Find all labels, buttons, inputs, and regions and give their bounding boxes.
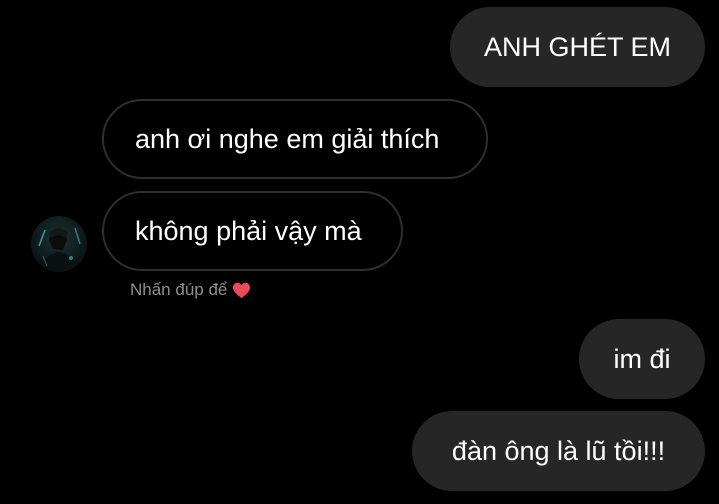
double-tap-hint: Nhấn đúp để (130, 280, 251, 300)
message-text: anh ơi nghe em giải thích (135, 123, 440, 154)
message-text: đàn ông là lũ tồi!!! (451, 435, 666, 466)
message-bubble-sent[interactable]: đàn ông là lũ tồi!!! (412, 411, 705, 491)
message-bubble-sent[interactable]: im đi (579, 319, 705, 399)
message-text: ANH GHÉT EM (483, 31, 672, 62)
avatar-photo-icon (38, 227, 81, 272)
contact-avatar[interactable] (31, 216, 87, 272)
hint-text: Nhấn đúp để (130, 280, 228, 299)
message-text: không phải vậy mà (135, 215, 362, 246)
message-bubble-sent[interactable]: ANH GHÉT EM (450, 7, 705, 87)
message-bubble-received[interactable]: không phải vậy mà (102, 191, 403, 271)
message-text: im đi (613, 343, 671, 374)
message-bubble-received[interactable]: anh ơi nghe em giải thích (102, 99, 488, 179)
heart-icon (233, 282, 251, 298)
